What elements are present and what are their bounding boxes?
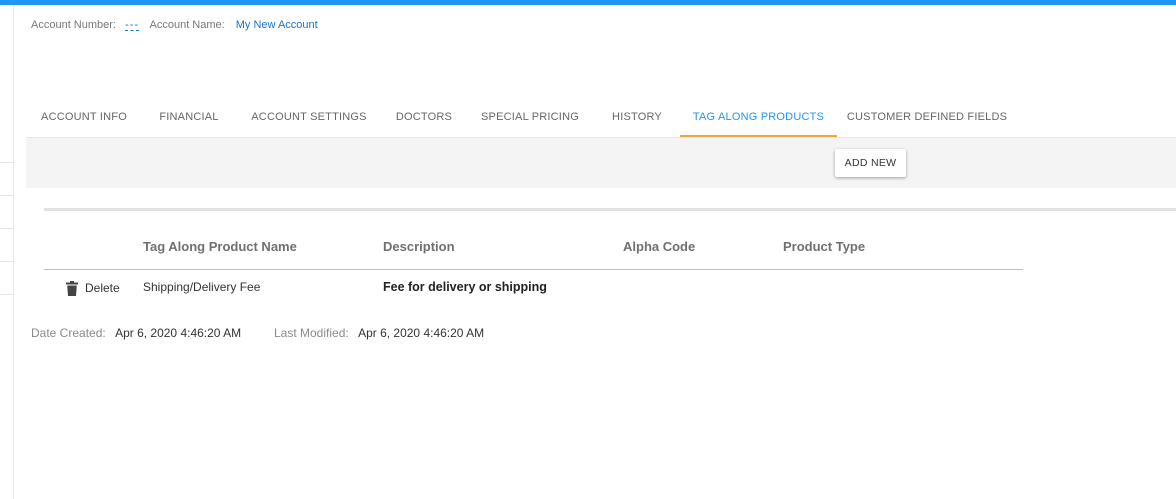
date-created-label: Date Created:: [31, 326, 106, 340]
tab-financial[interactable]: FINANCIAL: [142, 98, 236, 135]
cell-product-name: Shipping/Delivery Fee: [143, 280, 261, 294]
delete-row-button[interactable]: Delete: [66, 279, 120, 297]
tab-special-pricing[interactable]: SPECIAL PRICING: [466, 98, 594, 135]
tab-account-settings[interactable]: ACCOUNT SETTINGS: [236, 98, 382, 135]
tab-history[interactable]: HISTORY: [594, 98, 680, 135]
column-header-name[interactable]: Tag Along Product Name: [143, 239, 297, 254]
tab-bar: ACCOUNT INFO FINANCIAL ACCOUNT SETTINGS …: [26, 98, 1176, 138]
account-number-label: Account Number:: [31, 19, 116, 31]
grid-toolbar: ADD NEW: [26, 138, 1176, 188]
last-modified: Last Modified: Apr 6, 2020 4:46:20 AM: [274, 326, 484, 340]
column-header-description[interactable]: Description: [383, 239, 455, 254]
date-created-value: Apr 6, 2020 4:46:20 AM: [115, 326, 242, 340]
tab-account-info[interactable]: ACCOUNT INFO: [26, 98, 142, 135]
account-number-value[interactable]: ---: [125, 20, 140, 31]
grid-divider: [44, 208, 1176, 211]
left-panel-edge: [0, 5, 14, 499]
last-modified-value: Apr 6, 2020 4:46:20 AM: [358, 326, 485, 340]
cell-description: Fee for delivery or shipping: [383, 280, 547, 294]
account-header: Account Number: --- Account Name: My New…: [31, 19, 318, 31]
tab-customer-defined-fields[interactable]: CUSTOMER DEFINED FIELDS: [837, 98, 1017, 135]
last-modified-label: Last Modified:: [274, 326, 349, 340]
tab-doctors[interactable]: DOCTORS: [382, 98, 466, 135]
date-created: Date Created: Apr 6, 2020 4:46:20 AM: [31, 326, 241, 340]
account-name-label: Account Name:: [149, 19, 225, 31]
tab-tag-along-products[interactable]: TAG ALONG PRODUCTS: [680, 98, 837, 137]
delete-label: Delete: [85, 281, 120, 295]
column-header-alpha-code[interactable]: Alpha Code: [623, 239, 695, 254]
top-accent-bar: [0, 0, 1176, 5]
add-new-button[interactable]: ADD NEW: [835, 149, 906, 177]
trash-icon: [66, 280, 78, 296]
account-name-value[interactable]: My New Account: [236, 19, 318, 31]
column-header-product-type[interactable]: Product Type: [783, 239, 865, 254]
grid-header-rule: [44, 269, 1023, 270]
